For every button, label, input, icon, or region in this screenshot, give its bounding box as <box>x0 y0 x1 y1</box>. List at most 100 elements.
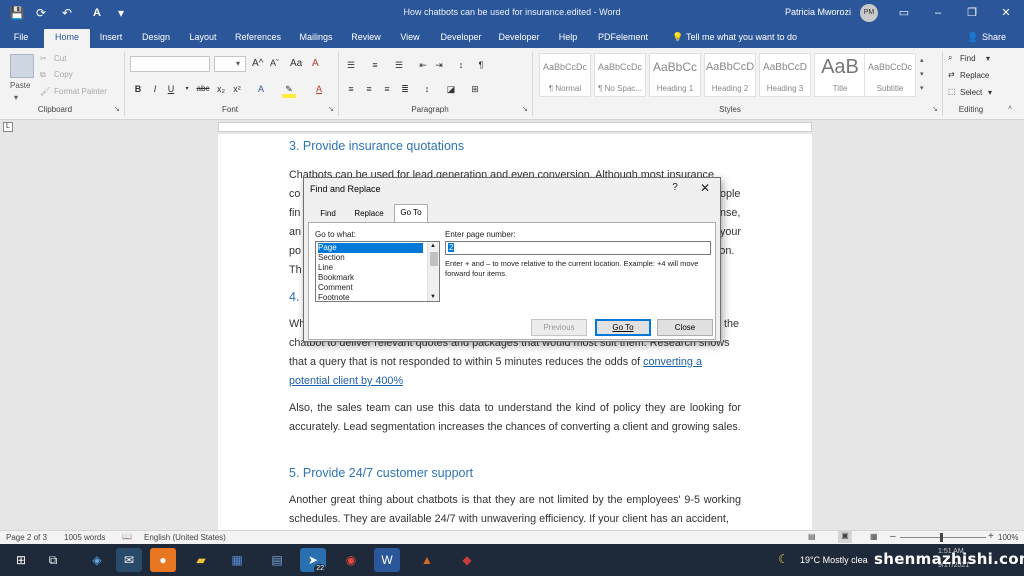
task-view-icon[interactable]: ⧉ <box>40 548 66 572</box>
share-button[interactable]: Share <box>982 29 1012 48</box>
style-subtitle[interactable]: AaBbCcDc Subtitle <box>864 53 916 97</box>
paragraph-launcher-icon[interactable]: ↘ <box>522 105 528 113</box>
highlighter-icon[interactable]: ✎ <box>282 82 296 96</box>
app-icon[interactable]: ▤ <box>264 548 290 572</box>
underline-dropdown-icon[interactable]: ▾ <box>180 82 194 96</box>
proofing-icon[interactable]: 📖 <box>122 532 132 541</box>
file-explorer-icon[interactable]: ▰ <box>188 548 214 572</box>
paste-icon[interactable] <box>10 54 34 78</box>
scroll-up-icon[interactable]: ▲ <box>430 243 436 249</box>
mail-icon[interactable]: ✉ <box>116 548 142 572</box>
bold-button[interactable]: B <box>131 82 145 96</box>
clipboard-launcher-icon[interactable]: ↘ <box>114 105 120 113</box>
web-layout-icon[interactable]: ▦ <box>870 532 878 541</box>
style-heading-3[interactable]: AaBbCcD Heading 3 <box>759 53 811 97</box>
style-no-spacing[interactable]: AaBbCcDc ¶ No Spac... <box>594 53 646 97</box>
potential-client-link[interactable]: potential client by 400% <box>289 375 403 387</box>
paste-dropdown-icon[interactable]: ▾ <box>14 93 18 102</box>
select-button[interactable]: Select <box>960 88 982 97</box>
cut-icon[interactable]: ✂ <box>40 54 47 63</box>
tab-pdfelement[interactable]: PDFelement <box>592 29 654 48</box>
read-mode-icon[interactable]: ▤ <box>808 532 816 541</box>
justify-icon[interactable]: ≣ <box>398 82 412 96</box>
weather-icon[interactable]: ☾ <box>778 552 789 566</box>
tab-mailings[interactable]: Mailings <box>292 29 340 48</box>
text-effects-icon[interactable]: A <box>254 82 268 96</box>
styles-launcher-icon[interactable]: ↘ <box>932 105 938 113</box>
scroll-thumb[interactable] <box>430 252 438 266</box>
grow-font-icon[interactable]: A^ <box>252 58 263 69</box>
calculator-icon[interactable]: ▦ <box>224 548 250 572</box>
tab-insert[interactable]: Insert <box>92 29 130 48</box>
replace-button[interactable]: Replace <box>960 71 989 80</box>
strikethrough-button[interactable]: abc <box>194 82 212 96</box>
borders-icon[interactable]: ⊞ <box>468 82 482 96</box>
paste-button[interactable]: Paste <box>10 81 30 90</box>
page-count[interactable]: Page 2 of 3 <box>6 533 47 542</box>
font-name-combo[interactable] <box>130 56 210 72</box>
tab-replace[interactable]: Replace <box>348 206 390 222</box>
store-icon[interactable]: ◈ <box>84 548 110 572</box>
tab-review[interactable]: Review <box>346 29 386 48</box>
tab-developer[interactable]: Developer <box>434 29 488 48</box>
tab-help[interactable]: Help <box>552 29 584 48</box>
find-icon[interactable]: ⌕ <box>948 53 952 63</box>
close-dialog-button[interactable]: Close <box>657 319 713 336</box>
align-right-icon[interactable]: ≡ <box>380 82 394 96</box>
print-layout-icon[interactable]: ▣ <box>838 531 852 543</box>
close-button[interactable]: ✕ <box>992 2 1020 24</box>
ribbon-display-options-icon[interactable]: ▭ <box>890 2 918 24</box>
font-size-dropdown-icon[interactable]: ▾ <box>236 59 240 68</box>
style-heading-1[interactable]: AaBbCc Heading 1 <box>649 53 701 97</box>
horizontal-ruler[interactable]: L <box>0 120 1024 134</box>
show-formatting-icon[interactable]: ¶ <box>474 58 488 72</box>
list-item-section[interactable]: Section <box>318 253 423 263</box>
app-2-icon[interactable]: ◆ <box>454 548 480 572</box>
tell-me-search[interactable]: Tell me what you want to do <box>686 29 806 48</box>
format-painter-icon[interactable]: 🖌 <box>40 87 50 96</box>
zoom-slider[interactable] <box>900 537 986 538</box>
vertical-ruler[interactable] <box>0 134 14 530</box>
minimize-button[interactable]: – <box>924 2 952 24</box>
tab-home[interactable]: Home <box>44 29 90 48</box>
zoom-in-button[interactable]: + <box>988 531 994 542</box>
copy-button[interactable]: Copy <box>54 70 73 79</box>
font-launcher-icon[interactable]: ↘ <box>328 105 334 113</box>
increase-indent-icon[interactable]: ⇥ <box>432 58 446 72</box>
weather-text[interactable]: 19°C Mostly clea <box>800 555 874 565</box>
format-painter-button[interactable]: Format Painter <box>54 87 107 96</box>
zoom-level[interactable]: 100% <box>998 533 1018 542</box>
font-size-combo[interactable] <box>214 56 246 72</box>
word-icon[interactable]: W <box>374 548 400 572</box>
style-heading-2[interactable]: AaBbCcD Heading 2 <box>704 53 756 97</box>
replace-icon[interactable]: ⇄ <box>948 70 955 79</box>
clear-formatting-icon[interactable]: A <box>312 58 319 69</box>
line-spacing-icon[interactable]: ↕ <box>420 82 434 96</box>
goto-button[interactable]: Go To <box>595 319 651 336</box>
tab-references[interactable]: References <box>230 29 286 48</box>
decrease-indent-icon[interactable]: ⇤ <box>416 58 430 72</box>
converting-link[interactable]: converting a <box>643 356 702 368</box>
list-item-line[interactable]: Line <box>318 263 423 273</box>
firefox-icon[interactable]: ● <box>150 548 176 572</box>
goto-what-list[interactable]: Page Section Line Bookmark Comment Footn… <box>315 241 440 302</box>
multilevel-list-icon[interactable]: ☰ <box>392 58 406 72</box>
help-button[interactable]: ? <box>666 180 684 196</box>
style-normal[interactable]: AaBbCcDc ¶ Normal <box>539 53 591 97</box>
start-icon[interactable]: ⊞ <box>8 548 34 572</box>
tab-file[interactable]: File <box>6 29 36 48</box>
find-button[interactable]: Find <box>960 54 976 63</box>
cut-button[interactable]: Cut <box>54 54 66 63</box>
telegram-icon[interactable]: ➤ 22 <box>300 548 326 574</box>
select-icon[interactable]: ⬚ <box>948 87 956 96</box>
superscript-button[interactable]: x² <box>230 82 244 96</box>
italic-button[interactable]: I <box>148 82 162 96</box>
user-name[interactable]: Patricia Mworozi <box>785 7 851 17</box>
word-count[interactable]: 1005 words <box>64 533 105 542</box>
chrome-icon[interactable]: ◉ <box>338 548 364 572</box>
previous-button[interactable]: Previous <box>531 319 587 336</box>
tab-goto[interactable]: Go To <box>394 204 428 223</box>
list-item-comment[interactable]: Comment <box>318 283 423 293</box>
scroll-down-icon[interactable]: ▼ <box>430 294 436 300</box>
bullets-icon[interactable]: ☰ <box>344 58 358 72</box>
